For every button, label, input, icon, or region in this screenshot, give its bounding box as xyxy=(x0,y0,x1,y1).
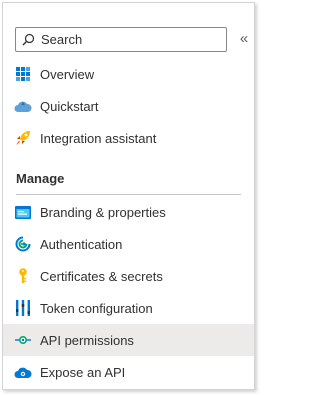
nav-item-label: Quickstart xyxy=(40,98,99,114)
collapse-panel-button[interactable]: « xyxy=(236,30,252,48)
nav-item-label: Token configuration xyxy=(40,300,153,316)
nav-item-label: Overview xyxy=(40,66,95,82)
nav-item-integration-assistant[interactable]: Integration assistant xyxy=(3,122,254,154)
search-icon xyxy=(22,33,35,46)
branding-icon xyxy=(14,203,32,221)
search-input[interactable]: Search xyxy=(15,27,227,52)
nav-item-expose-an-api[interactable]: Expose an API xyxy=(3,356,254,388)
nav-item-label: Authentication xyxy=(40,236,123,252)
quickstart-cloud-icon xyxy=(14,97,32,115)
rocket-icon xyxy=(14,129,32,147)
nav-item-label: Expose an API xyxy=(40,364,126,380)
nav-item-branding-properties[interactable]: Branding & properties xyxy=(3,196,254,228)
section-title-manage: Manage xyxy=(16,171,65,186)
overview-grid-icon xyxy=(14,65,32,83)
nav-item-certificates-secrets[interactable]: Certificates & secrets xyxy=(3,260,254,292)
authentication-icon xyxy=(14,235,32,253)
token-bars-icon xyxy=(14,299,32,317)
expose-api-cloud-icon xyxy=(14,363,32,381)
nav-item-label: Certificates & secrets xyxy=(40,268,163,284)
nav-item-quickstart[interactable]: Quickstart xyxy=(3,90,254,122)
nav-item-token-configuration[interactable]: Token configuration xyxy=(3,292,254,324)
nav-item-label: Integration assistant xyxy=(40,130,157,146)
nav-item-authentication[interactable]: Authentication xyxy=(3,228,254,260)
nav-item-api-permissions[interactable]: API permissions xyxy=(3,324,254,356)
navigation-panel: Search « Overview Quickstart Integration… xyxy=(2,2,255,390)
search-placeholder: Search xyxy=(41,32,83,47)
section-divider xyxy=(16,194,241,195)
api-permissions-icon xyxy=(14,331,32,349)
nav-item-label: API permissions xyxy=(40,332,134,348)
nav-item-label: Branding & properties xyxy=(40,204,166,220)
nav-item-overview[interactable]: Overview xyxy=(3,58,254,90)
key-icon xyxy=(14,267,32,285)
